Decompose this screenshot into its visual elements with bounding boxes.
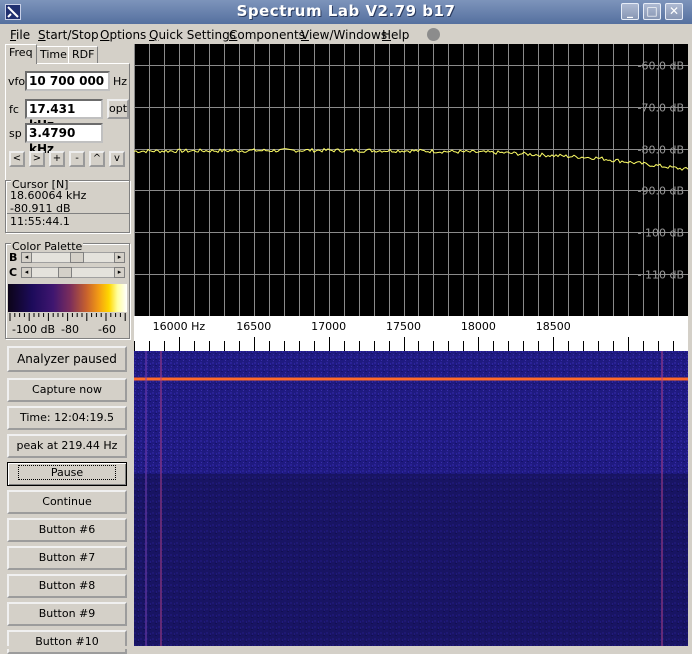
step-left-button[interactable]: < [9,151,25,167]
brightness-increase-icon[interactable]: ▸ [114,252,125,263]
opt-button[interactable]: opt [107,99,129,119]
palette-label-mid: -80 [61,323,79,336]
status-indicator-icon [427,28,440,41]
menu-quick-settings[interactable]: Quick Settings [149,28,236,42]
frequency-label: 16000 Hz [153,320,206,333]
cursor-level: -80.911 dB [10,202,71,215]
db-label: -90.0 dB [638,185,685,198]
minimize-icon[interactable]: _ [621,3,639,20]
cursor-group: Cursor [N] 18.60064 kHz -80.911 dB 11:55… [5,178,130,233]
zoom-out-button[interactable]: - [69,151,85,167]
menu-view-windows[interactable]: View/Windows [301,28,387,42]
cursor-frequency: 18.60064 kHz [10,189,87,202]
fc-field[interactable]: 17.431 kHz [25,99,103,132]
menu-help[interactable]: Help [382,28,409,42]
brightness-decrease-icon[interactable]: ◂ [21,252,32,263]
palette-label-min: -100 dB [12,323,55,336]
analyzer-paused-button[interactable]: Analyzer paused [7,346,127,372]
spectrum-plot[interactable]: -60.0 dB -70.0 dB -80.0 dB -90.0 dB - 100 dB… [134,44,688,646]
palette-label-max: -60 [98,323,116,336]
brightness-label: B [9,251,18,264]
fc-label: fc [9,103,19,116]
capture-now-button[interactable]: Capture now [7,378,127,402]
button-6[interactable]: Button #6 [7,518,127,542]
db-label: -70.0 dB [638,102,685,115]
contrast-thumb[interactable] [58,267,72,278]
menu-options[interactable]: Options [100,28,146,42]
brightness-thumb[interactable] [70,252,84,263]
button-10[interactable]: Button #10 [7,630,127,654]
color-palette-bar[interactable] [8,284,127,312]
palette-scale-ticks [9,313,126,321]
button-8[interactable]: Button #8 [7,574,127,598]
maximize-icon[interactable]: □ [643,3,661,20]
vfo-field[interactable]: 10 700 000 [25,71,110,91]
vfo-label: vfo [8,75,26,88]
waterfall-recent[interactable] [134,351,688,474]
spectrum-display[interactable]: -60.0 dB -70.0 dB -80.0 dB -90.0 dB - 100 dB… [134,44,688,646]
vfo-unit: Hz [113,75,128,88]
frequency-label: 16500 [236,320,271,333]
db-label: - 100 dB [638,227,685,240]
sp-field[interactable]: 3.4790 kHz [25,123,103,156]
tab-time[interactable]: Time [36,46,71,63]
pause-button[interactable]: Pause [7,462,127,486]
frequency-label: 17500 [386,320,421,333]
button-9[interactable]: Button #9 [7,602,127,626]
contrast-label: C [9,266,18,279]
title-bar[interactable]: Spectrum Lab V2.79 b17 _ □ ✕ [0,0,692,24]
frequency-label: 17000 [311,320,346,333]
close-icon[interactable]: ✕ [665,3,683,20]
sp-label: sp [9,127,22,140]
window-title: Spectrum Lab V2.79 b17 [236,2,456,20]
contrast-slider[interactable]: ◂ ▸ [21,267,125,278]
spectrum-area[interactable] [134,44,688,316]
zoom-in-button[interactable]: + [49,151,65,167]
control-panel: Freq Time RDF vfo 10 700 000 Hz fc 17.43… [3,44,132,654]
menu-components[interactable]: Components [229,28,305,42]
brightness-slider[interactable]: ◂ ▸ [21,252,125,263]
contrast-decrease-icon[interactable]: ◂ [21,267,32,278]
continue-button[interactable]: Continue [7,490,127,514]
button-7[interactable]: Button #7 [7,546,127,570]
cursor-time: 11:55:44.1 [10,215,70,228]
waterfall-older[interactable] [134,474,688,646]
frequency-label: 18500 [536,320,571,333]
time-button[interactable]: Time: 12:04:19.5 [7,406,127,430]
menu-bar: File Start/Stop Options Quick Settings C… [0,24,692,44]
menu-file[interactable]: File [10,28,30,42]
step-right-button[interactable]: > [29,151,45,167]
window-right-border [688,44,692,649]
tab-rdf[interactable]: RDF [68,46,99,63]
step-up-button[interactable]: ^ [89,151,105,167]
db-label: -60.0 dB [638,60,685,73]
peak-button[interactable]: peak at 219.44 Hz [7,434,127,458]
contrast-increase-icon[interactable]: ▸ [114,267,125,278]
db-label: - 110 dB [638,269,685,282]
tab-freq[interactable]: Freq [5,44,37,64]
step-down-button[interactable]: v [109,151,125,167]
menu-start-stop[interactable]: Start/Stop [38,28,99,42]
frequency-label: 18000 [461,320,496,333]
db-label: -80.0 dB [638,144,685,157]
